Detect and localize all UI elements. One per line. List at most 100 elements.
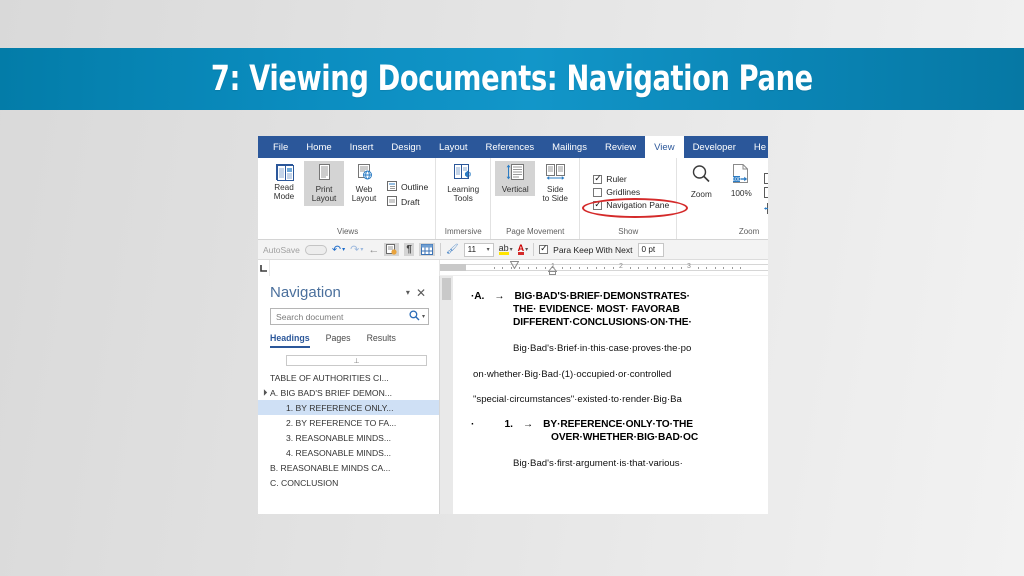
hanging-indent-marker[interactable] xyxy=(509,261,520,270)
navigation-pane-checkbox-row[interactable]: Navigation Pane xyxy=(590,199,672,212)
heading-list-item[interactable]: B. REASONABLE MINDS CA... xyxy=(258,460,439,475)
redo-icon[interactable]: ↷ ▾ xyxy=(350,243,363,256)
highlight-color-icon[interactable]: ab ▾ xyxy=(498,244,513,255)
navigation-pane-splitter[interactable]: ⊥ xyxy=(286,355,427,366)
navigation-tab-pages[interactable]: Pages xyxy=(326,333,351,348)
pilcrow-icon[interactable]: ¶ xyxy=(404,243,414,256)
magnifier-icon xyxy=(691,164,711,186)
zoom-button[interactable]: Zoom xyxy=(681,161,721,201)
vertical-ruler[interactable] xyxy=(442,278,451,300)
ribbon-tab-layout[interactable]: Layout xyxy=(430,136,477,158)
print-layout-button[interactable]: Print Layout xyxy=(304,161,344,206)
ribbon-tab-insert[interactable]: Insert xyxy=(341,136,383,158)
para-keep-with-next-label: Para Keep With Next xyxy=(553,244,633,255)
group-label-show: Show xyxy=(618,227,639,236)
ruler-tick xyxy=(544,267,546,269)
gridlines-label: Gridlines xyxy=(606,187,641,197)
vertical-button[interactable]: Vertical xyxy=(495,161,536,197)
outline-button[interactable]: Outline xyxy=(384,179,431,194)
search-icon[interactable] xyxy=(409,310,420,323)
multiple-pages-button[interactable]: Multiple xyxy=(761,185,768,201)
ribbon-tab-design[interactable]: Design xyxy=(382,136,430,158)
ruler-tick xyxy=(578,267,580,269)
read-mode-button[interactable]: Read Mode xyxy=(264,161,304,203)
ruler-tick xyxy=(697,267,699,269)
autosave-toggle[interactable] xyxy=(304,244,327,255)
gridlines-checkbox[interactable] xyxy=(593,187,603,197)
multiple-pages-icon xyxy=(764,186,768,200)
search-input[interactable]: Search document ▾ xyxy=(270,308,429,325)
tab-stop-selector[interactable] xyxy=(258,260,270,276)
ribbon-tab-view[interactable]: View xyxy=(645,136,684,158)
navigation-tab-headings[interactable]: Headings xyxy=(270,333,310,348)
splitter-handle-icon: ⊥ xyxy=(353,357,360,365)
format-painter-icon[interactable]: 🖌 xyxy=(446,244,459,255)
document-heading-line: ·A. → BIG·BAD'S·BRIEF·DEMONSTRATES· xyxy=(471,291,690,302)
navigation-tab-results[interactable]: Results xyxy=(367,333,396,348)
para-keep-with-next-checkbox[interactable] xyxy=(539,243,549,254)
font-size-input[interactable]: 11 ▾ xyxy=(463,242,494,257)
document-area: ·A. → BIG·BAD'S·BRIEF·DEMONSTRATES· THE· … xyxy=(440,276,768,514)
page-width-button[interactable]: Page Wi xyxy=(761,201,768,217)
ruler-checkbox[interactable] xyxy=(593,173,603,184)
ribbon-tab-references[interactable]: References xyxy=(477,136,544,158)
search-placeholder: Search document xyxy=(276,311,344,322)
heading-list-item[interactable]: 3. REASONABLE MINDS... xyxy=(258,430,439,445)
table-icon[interactable] xyxy=(418,243,435,256)
heading-list-item[interactable]: TABLE OF AUTHORITIES CI... xyxy=(258,370,439,385)
expand-caret-icon[interactable]: ◢ xyxy=(258,386,271,399)
gridlines-checkbox-row[interactable]: Gridlines xyxy=(590,186,672,199)
ruler-tick xyxy=(629,267,631,269)
ruler-navpane-spacer xyxy=(270,260,440,276)
document-heading-line: THE· EVIDENCE· MOST· FAVORAB xyxy=(513,304,680,316)
chevron-down-icon[interactable]: ▾ xyxy=(403,288,413,297)
ruler-tick xyxy=(714,267,716,269)
ribbon-tab-he[interactable]: He xyxy=(745,136,768,158)
ruler-tick xyxy=(706,267,707,269)
points-value: 0 pt xyxy=(641,245,656,254)
ribbon-tab-home[interactable]: Home xyxy=(297,136,340,158)
font-color-icon[interactable]: A ▾ xyxy=(517,244,528,255)
heading-list-item[interactable]: ◢ A. BIG BAD'S BRIEF DEMON... xyxy=(258,385,439,400)
document-page[interactable]: ·A. → BIG·BAD'S·BRIEF·DEMONSTRATES· THE· … xyxy=(453,276,768,514)
web-layout-label-2: Layout xyxy=(351,194,377,204)
settings-icon[interactable] xyxy=(384,243,400,256)
back-arrow-icon[interactable]: ← xyxy=(368,244,379,256)
zoom-100-button[interactable]: 100 100% xyxy=(721,161,761,200)
heading-list-item[interactable]: 4. REASONABLE MINDS... xyxy=(258,445,439,460)
undo-icon[interactable]: ↶ ▾ xyxy=(332,243,345,256)
close-icon[interactable]: ✕ xyxy=(413,286,429,300)
ruler-tick xyxy=(604,267,605,269)
navigation-pane-checkbox[interactable] xyxy=(593,199,603,210)
heading-list-item[interactable]: 2. BY REFERENCE TO FA... xyxy=(258,415,439,430)
web-layout-button[interactable]: Web Layout xyxy=(344,161,384,206)
draft-button[interactable]: Draft xyxy=(384,194,431,209)
side-to-side-button[interactable]: Side to Side xyxy=(535,161,575,206)
zoom-small-commands: One Pag Multiple Page Wi xyxy=(761,161,768,223)
ribbon-tab-developer[interactable]: Developer xyxy=(684,136,745,158)
ribbon-tab-review[interactable]: Review xyxy=(596,136,645,158)
heading-list-item[interactable]: C. CONCLUSION xyxy=(258,475,439,490)
document-body[interactable]: ·A. → BIG·BAD'S·BRIEF·DEMONSTRATES· THE· … xyxy=(453,276,768,469)
autosave-label: AutoSave xyxy=(263,244,300,255)
points-input[interactable]: 0 pt xyxy=(637,242,664,257)
horizontal-ruler[interactable]: 123 xyxy=(440,260,768,276)
document-heading-line: DIFFERENT·CONCLUSIONS·ON·THE· xyxy=(513,317,692,329)
ruler-tick xyxy=(638,267,639,269)
left-indent-marker[interactable] xyxy=(547,265,558,275)
heading-list-item[interactable]: 1. BY REFERENCE ONLY... xyxy=(258,400,439,415)
ribbon-tab-mailings[interactable]: Mailings xyxy=(543,136,596,158)
heading-list-item-label: C. CONCLUSION xyxy=(270,477,339,488)
learning-tools-button[interactable]: Learning Tools xyxy=(440,161,486,206)
one-page-button[interactable]: One Pag xyxy=(761,171,768,185)
ruler-checkbox-row[interactable]: Ruler xyxy=(590,173,672,186)
ruler-tick xyxy=(740,267,741,269)
read-mode-label-1: Read xyxy=(274,183,294,192)
navigation-pane-header: Navigation ▾ ✕ xyxy=(258,284,439,301)
print-layout-label-2: Layout xyxy=(311,194,337,204)
search-dropdown-icon[interactable]: ▾ xyxy=(422,313,425,320)
ruler-tick xyxy=(723,267,724,269)
ruler-tick xyxy=(595,267,597,269)
ribbon-group-zoom: Zoom 100 100% Zoom xyxy=(677,158,768,239)
ribbon-tab-file[interactable]: File xyxy=(264,136,297,158)
